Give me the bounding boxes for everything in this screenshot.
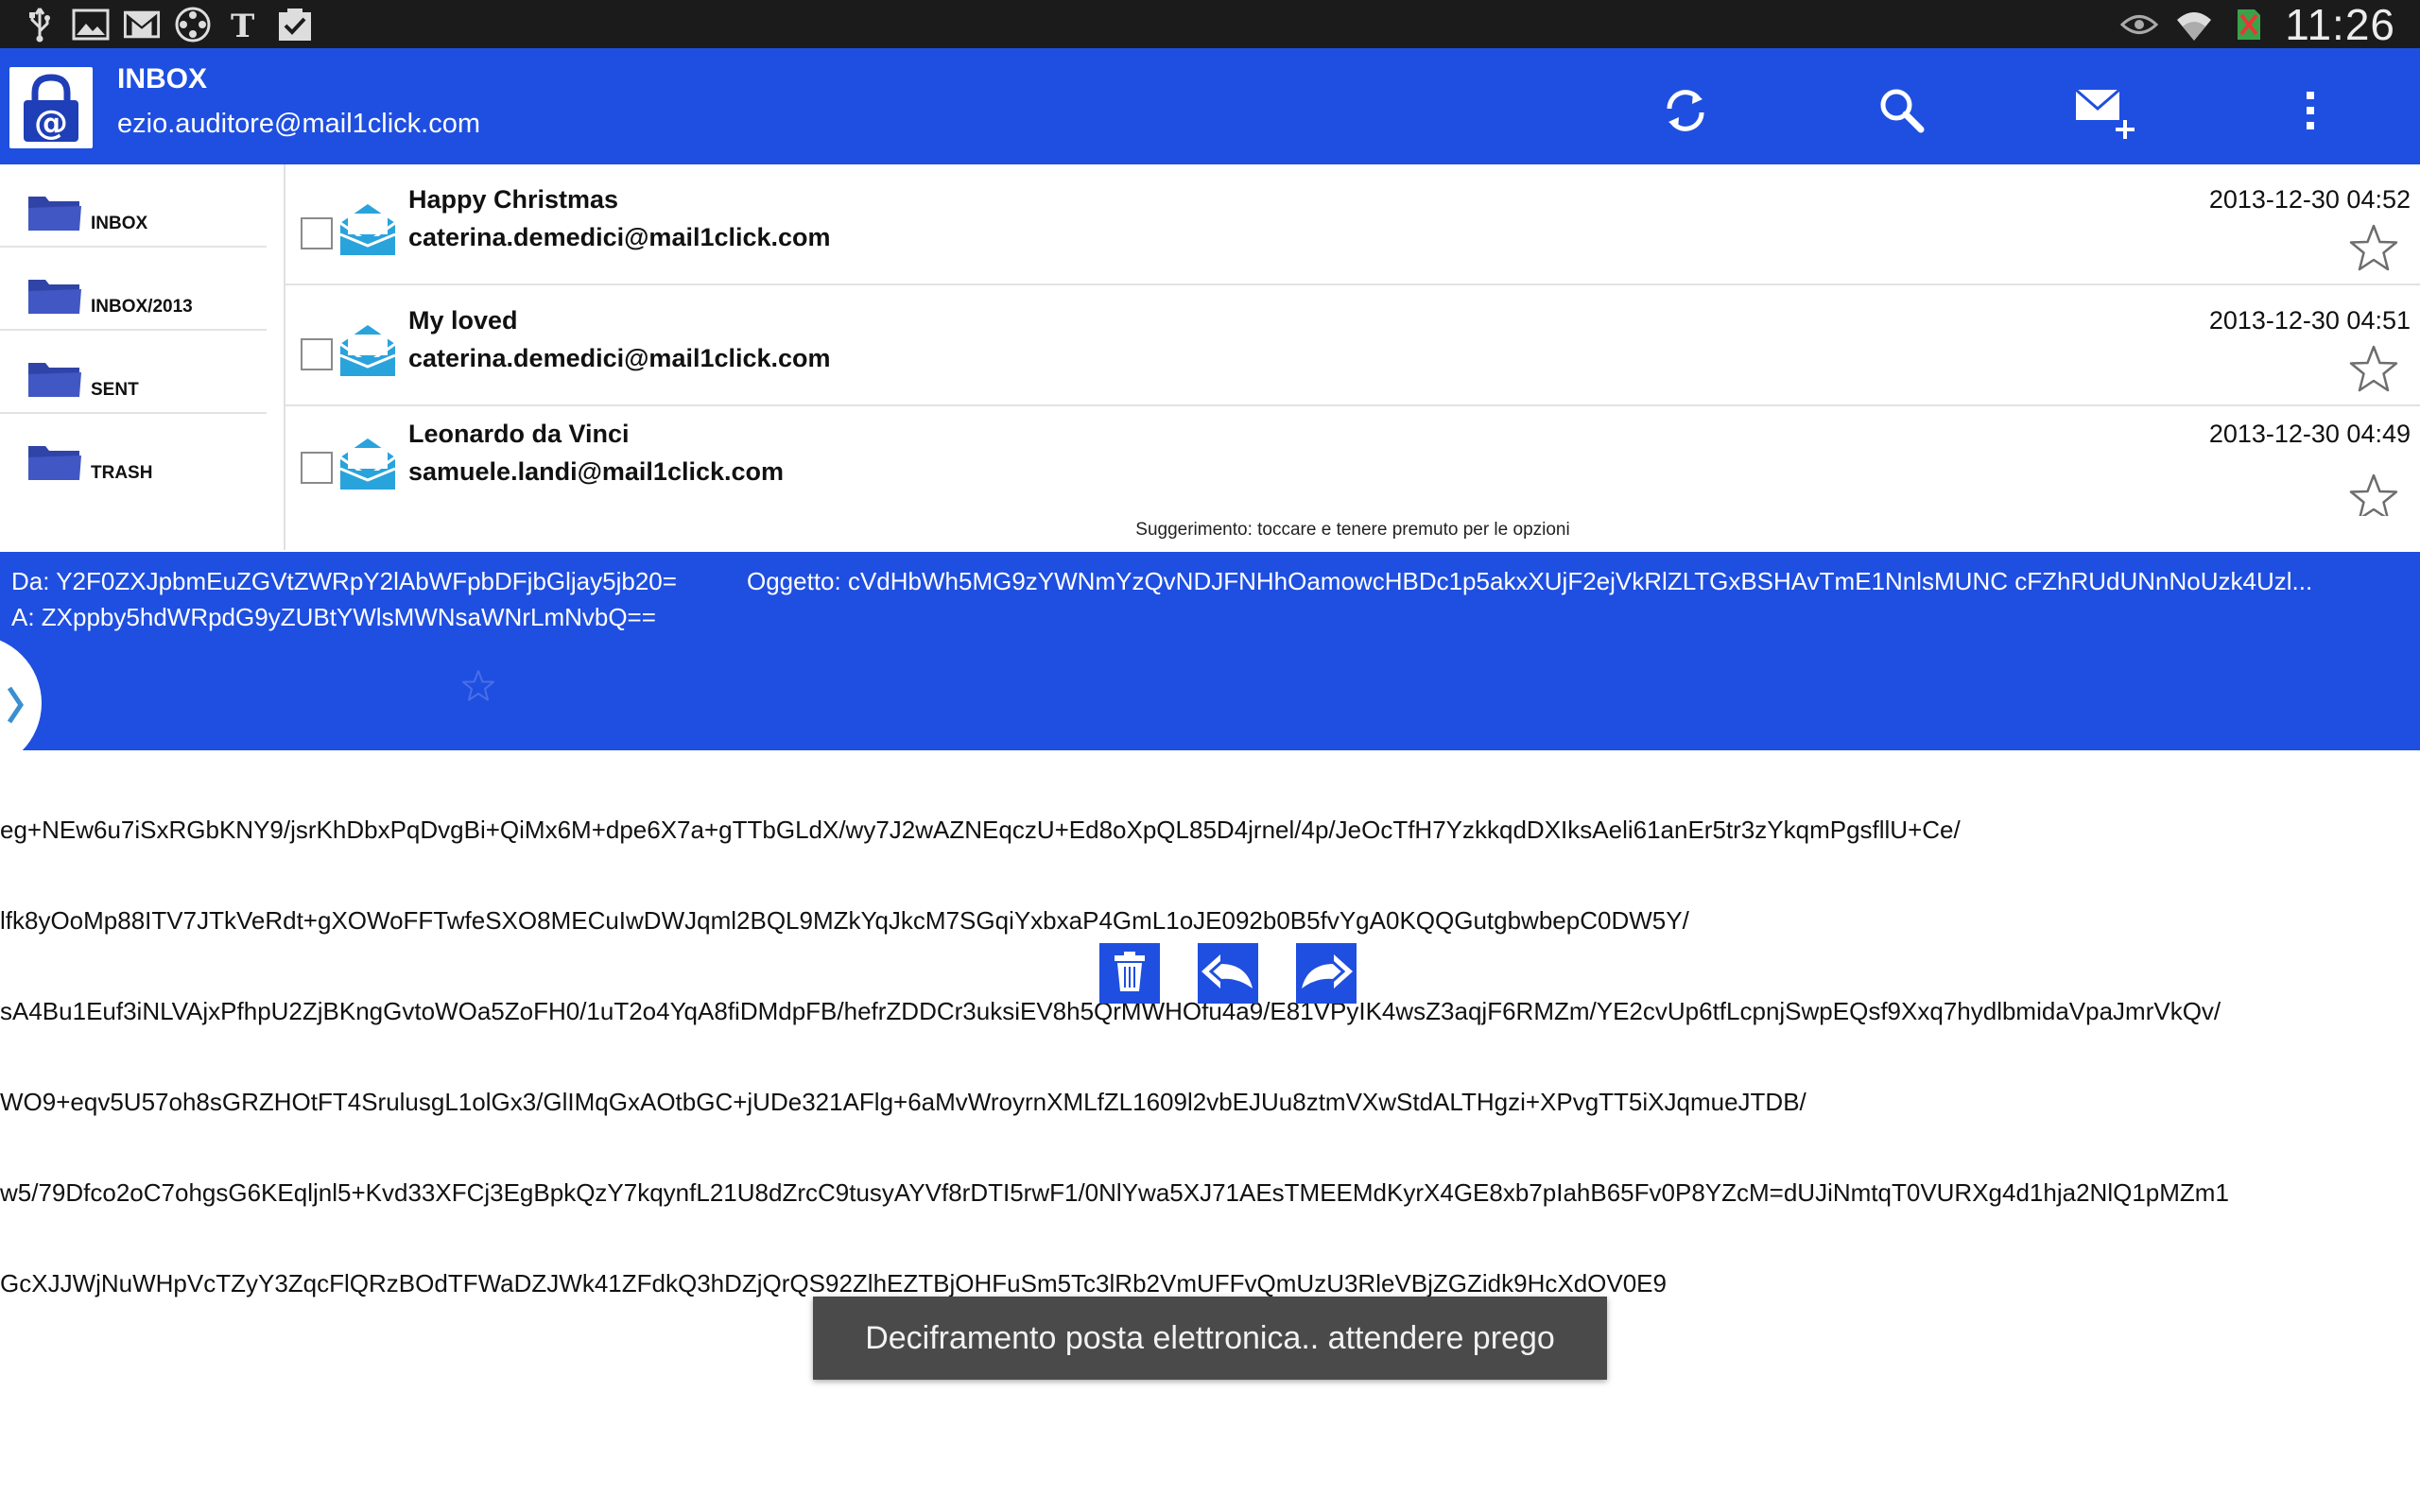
message-sender: samuele.landi@mail1click.com: [408, 457, 785, 486]
body-line: w5/79Dfco2oC7ohgsG6KEqljnl5+Kvd33XFCj3Eg…: [0, 1178, 2229, 1207]
body-line: lfk8yOoMp88ITV7JTkVeRdt+gXOWoFFTwfeSXO8M…: [0, 906, 1689, 935]
message-checkbox[interactable]: [301, 338, 333, 370]
folder-icon: [26, 193, 83, 236]
open-envelope-icon: [338, 323, 397, 382]
forward-icon: [1298, 951, 1355, 996]
message-date: 2013-12-30 04:52: [2208, 185, 2411, 214]
message-subject: My loved: [408, 306, 518, 335]
body-line: eg+NEw6u7iSxRGbKNY9/jsrKhDbxPqDvgBi+QiMx…: [0, 816, 1961, 844]
message-sender: caterina.demedici@mail1click.com: [408, 344, 831, 372]
delete-button[interactable]: [1099, 943, 1160, 1004]
detail-subject: Oggetto: cVdHbWh5MG9zYWNmYzQvNDJFNHhOamo…: [747, 567, 2313, 595]
film-reel-icon: [174, 6, 212, 43]
message-date: 2013-12-30 04:49: [2208, 420, 2411, 448]
forward-button[interactable]: [1296, 943, 1357, 1004]
folder-label: SENT: [91, 380, 139, 400]
gmail-icon: [123, 6, 161, 43]
refresh-icon[interactable]: [1657, 82, 1714, 139]
message-row[interactable]: My loved caterina.demedici@mail1click.co…: [285, 285, 2420, 406]
folder-title: INBOX: [117, 63, 208, 94]
folder-icon: [26, 442, 83, 486]
account-email: ezio.auditore@mail1click.com: [117, 109, 481, 139]
message-checkbox[interactable]: [301, 452, 333, 484]
folder-icon: [26, 276, 83, 319]
task-check-icon: [276, 6, 314, 43]
folder-label: INBOX/2013: [91, 297, 193, 317]
message-subject: Leonardo da Vinci: [408, 420, 630, 448]
svg-text:T: T: [231, 8, 254, 43]
detail-to: A: ZXppby5hdWRpdG9yZUBtYWlsMWNsaWNrLmNvb…: [11, 603, 656, 631]
toast-message: Deciframento posta elettronica.. attende…: [813, 1297, 1607, 1380]
message-row[interactable]: Happy Christmas caterina.demedici@mail1c…: [285, 164, 2420, 285]
message-subject: Happy Christmas: [408, 185, 619, 214]
open-envelope-icon: [338, 437, 397, 495]
status-bar: T 11:26: [0, 0, 2420, 49]
action-bar: @ INBOX ezio.auditore@mail1click.com: [0, 48, 2420, 164]
system-icons: 11:26: [2120, 0, 2395, 49]
reply-all-icon: [1200, 951, 1256, 996]
trash-icon: [1111, 950, 1149, 997]
usb-icon: [21, 6, 59, 43]
app-logo-icon[interactable]: @: [9, 67, 93, 148]
star-icon[interactable]: [2348, 472, 2399, 516]
folder-item-inbox[interactable]: INBOX: [0, 164, 267, 248]
toast-text: Deciframento posta elettronica.. attende…: [865, 1319, 1555, 1356]
wifi-icon: [2175, 6, 2213, 43]
folder-item-sent[interactable]: SENT: [0, 331, 267, 414]
clock: 11:26: [2285, 0, 2395, 49]
folder-label: TRASH: [91, 463, 153, 483]
svg-text:@: @: [34, 104, 68, 143]
overflow-menu-icon[interactable]: [2291, 82, 2329, 139]
compose-icon[interactable]: [2072, 82, 2138, 139]
message-date: 2013-12-30 04:51: [2208, 306, 2411, 335]
no-sim-icon: [2230, 6, 2268, 43]
message-row[interactable]: Leonardo da Vinci samuele.landi@mail1cli…: [285, 406, 2420, 516]
search-icon[interactable]: [1874, 82, 1930, 139]
message-sender: caterina.demedici@mail1click.com: [408, 223, 831, 251]
message-checkbox[interactable]: [301, 217, 333, 249]
chevron-right-icon[interactable]: [4, 682, 26, 728]
open-envelope-icon: [338, 202, 397, 261]
notification-icons: T: [21, 4, 314, 45]
reply-all-button[interactable]: [1198, 943, 1258, 1004]
hint-text: Suggerimento: toccare e tenere premuto p…: [1135, 520, 1570, 540]
folder-item-trash[interactable]: TRASH: [0, 414, 267, 497]
detail-from: Da: Y2F0ZXJpbmEuZGVtZWRpY2lAbWFpbDFjbGlj…: [11, 567, 677, 595]
eye-icon: [2120, 6, 2159, 43]
folder-label: INBOX: [91, 214, 148, 233]
folder-item-inbox-2013[interactable]: INBOX/2013: [0, 248, 267, 331]
message-list: Happy Christmas caterina.demedici@mail1c…: [285, 164, 2420, 550]
gallery-icon: [72, 6, 110, 43]
star-icon[interactable]: [2348, 223, 2399, 274]
body-line: WO9+eqv5U57oh8sGRZHOtFT4SrulusgL1olGx3/G…: [0, 1088, 1806, 1116]
message-body: eg+NEw6u7iSxRGbKNY9/jsrKhDbxPqDvgBi+QiMx…: [0, 754, 2420, 1329]
body-line: GcXJJWjNuWHpVcTZyY3ZqcFlQRzBOdTFWaDZJWk4…: [0, 1269, 1667, 1297]
star-icon[interactable]: [461, 669, 495, 703]
star-icon[interactable]: [2348, 344, 2399, 395]
nyt-icon: T: [225, 6, 263, 43]
message-header-panel: Da: Y2F0ZXJpbmEuZGVtZWRpY2lAbWFpbDFjbGlj…: [0, 552, 2420, 750]
folder-icon: [26, 359, 83, 403]
folder-list: INBOX INBOX/2013 SENT TRASH: [0, 164, 284, 550]
